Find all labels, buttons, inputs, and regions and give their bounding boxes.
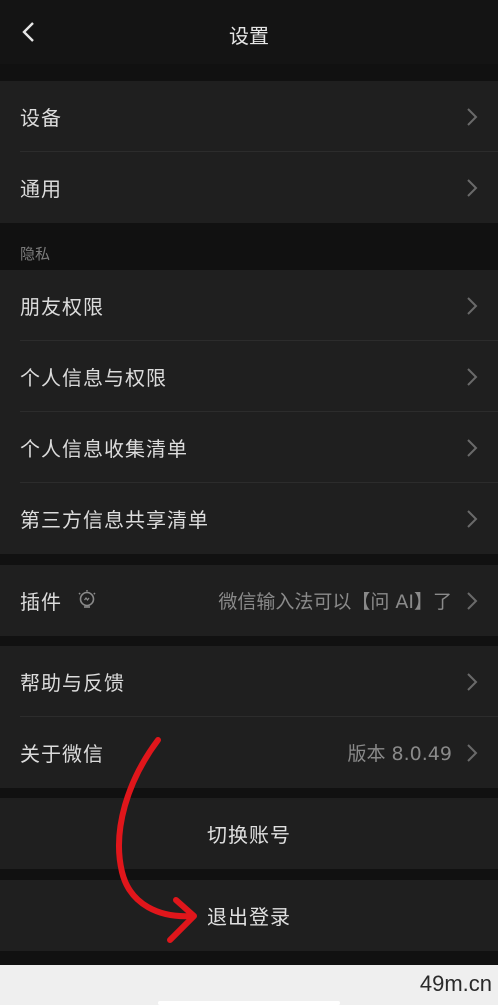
settings-item-label: 关于微信 [20, 742, 104, 766]
settings-item-label: 通用 [20, 177, 62, 201]
logout-label: 退出登录 [207, 905, 291, 929]
plugin-bulb-icon [78, 590, 96, 608]
chevron-right-icon [467, 592, 478, 610]
section-title-privacy: 隐私 [20, 245, 51, 263]
settings-item-label: 帮助与反馈 [20, 671, 125, 695]
logout-button[interactable]: 退出登录 [0, 880, 498, 951]
settings-item-label: 个人信息收集清单 [20, 437, 188, 461]
settings-item-help-feedback[interactable]: 帮助与反馈 [0, 646, 498, 717]
chevron-right-icon [467, 108, 478, 126]
nav-bar: 设置 [0, 0, 498, 64]
settings-page: 设置 设备 通用 隐私 朋友权限 个人信息与权限 个人信息收集清单 第三方信息共… [0, 0, 498, 1005]
settings-item-personal-info-permissions[interactable]: 个人信息与权限 [0, 341, 498, 412]
settings-item-plugin[interactable]: 插件 微信输入法可以【问 AI】了 [0, 565, 498, 636]
settings-group-about: 帮助与反馈 关于微信 版本 8.0.49 [0, 646, 498, 788]
chevron-right-icon [467, 368, 478, 386]
settings-group-general: 设备 通用 [0, 81, 498, 223]
settings-item-general[interactable]: 通用 [0, 152, 498, 223]
settings-group-plugin: 插件 微信输入法可以【问 AI】了 [0, 565, 498, 636]
settings-item-label: 个人信息与权限 [20, 366, 167, 390]
settings-item-label: 设备 [20, 106, 62, 130]
chevron-right-icon [467, 673, 478, 691]
settings-item-friend-permissions[interactable]: 朋友权限 [0, 270, 498, 341]
watermark-bar: 49m.cn [0, 965, 498, 1005]
switch-account-button[interactable]: 切换账号 [0, 798, 498, 869]
chevron-right-icon [467, 297, 478, 315]
settings-group-privacy: 朋友权限 个人信息与权限 个人信息收集清单 第三方信息共享清单 [0, 270, 498, 554]
plugin-promo-text: 微信输入法可以【问 AI】了 [218, 591, 452, 613]
page-title: 设置 [229, 24, 269, 48]
chevron-right-icon [467, 439, 478, 457]
watermark-text: 49m.cn [419, 971, 492, 996]
home-indicator [158, 1001, 340, 1005]
settings-item-label: 第三方信息共享清单 [20, 508, 209, 532]
settings-item-label: 朋友权限 [20, 295, 104, 319]
settings-item-personal-info-collection[interactable]: 个人信息收集清单 [0, 412, 498, 483]
chevron-right-icon [467, 510, 478, 528]
chevron-right-icon [467, 744, 478, 762]
version-text: 版本 8.0.49 [347, 743, 452, 765]
switch-account-label: 切换账号 [207, 823, 291, 847]
settings-item-about-wechat[interactable]: 关于微信 版本 8.0.49 [0, 717, 498, 788]
settings-item-label: 插件 [20, 590, 62, 614]
settings-item-third-party-sharing[interactable]: 第三方信息共享清单 [0, 483, 498, 554]
chevron-right-icon [467, 179, 478, 197]
settings-item-device[interactable]: 设备 [0, 81, 498, 152]
